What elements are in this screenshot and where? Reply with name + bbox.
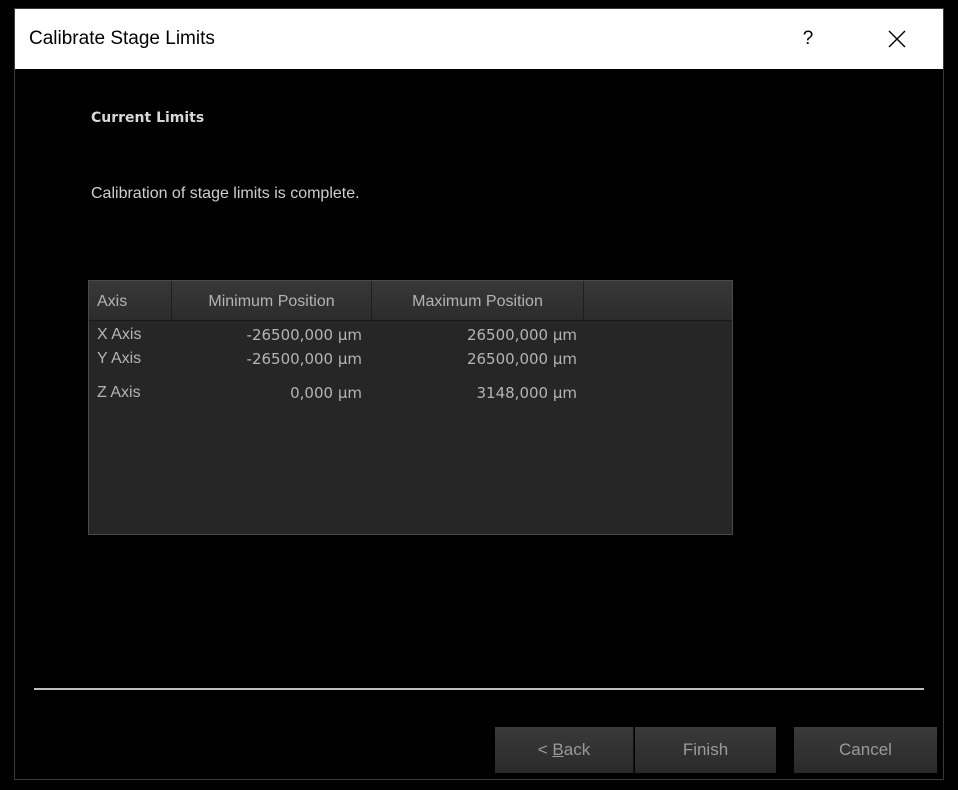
status-message: Calibration of stage limits is complete. (91, 185, 360, 202)
title-bar: Calibrate Stage Limits ? (15, 9, 943, 69)
dialog-title: Calibrate Stage Limits (29, 28, 215, 49)
help-button[interactable]: ? (783, 17, 833, 61)
calibrate-stage-limits-dialog: Calibrate Stage Limits ? Current Limits … (14, 8, 944, 780)
page-heading: Current Limits (91, 110, 205, 126)
cell-minimum-position: 0,000 µm (290, 384, 362, 402)
cell-axis: Z Axis (97, 384, 141, 401)
cell-axis: Y Axis (97, 350, 142, 367)
cell-minimum-position: -26500,000 µm (246, 326, 362, 344)
close-x-icon (888, 30, 906, 48)
cell-minimum-position: -26500,000 µm (246, 350, 362, 368)
cell-maximum-position: 3148,000 µm (476, 384, 578, 402)
column-header-maximum-position[interactable]: Maximum Position (372, 281, 584, 320)
stage-limits-table: Axis Minimum Position Maximum Position X… (88, 280, 733, 535)
cell-maximum-position: 26500,000 µm (466, 350, 577, 368)
table-row[interactable]: Y Axis -26500,000 µm 26500,000 µm (89, 347, 732, 371)
table-row[interactable]: X Axis -26500,000 µm 26500,000 µm (89, 323, 732, 347)
back-button-label: ack (563, 740, 591, 759)
column-header-empty (584, 281, 732, 320)
back-button-prefix: < (537, 740, 553, 759)
cell-maximum-position: 26500,000 µm (466, 326, 577, 344)
back-button-mnemonic: B (552, 740, 564, 759)
column-header-minimum-position[interactable]: Minimum Position (172, 281, 372, 320)
column-header-axis[interactable]: Axis (89, 281, 172, 320)
table-header: Axis Minimum Position Maximum Position (89, 281, 732, 321)
footer-divider (34, 688, 924, 690)
cell-axis: X Axis (97, 326, 142, 343)
close-button[interactable] (872, 17, 922, 61)
back-button[interactable]: < Back (495, 727, 634, 773)
finish-button[interactable]: Finish (635, 727, 776, 773)
cancel-button[interactable]: Cancel (794, 727, 937, 773)
table-row[interactable]: Z Axis 0,000 µm 3148,000 µm (89, 381, 732, 405)
